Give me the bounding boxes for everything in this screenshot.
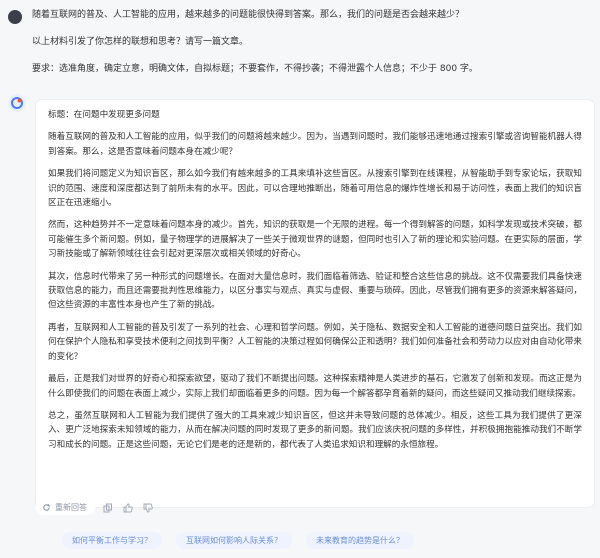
suggested-questions: 如何平衡工作与学习？ 互联网如何影响人际关系？ 未来教育的趋势是什么？ [62,532,414,549]
answer-title: 标题：在问题中发现更多问题 [48,110,160,120]
answer-paragraph: 然而，这种趋势并不一定意味着问题本身的减少。首先，知识的获取是一个无限的进程。每… [48,220,582,260]
answer-actions: 重新回答 [36,500,155,515]
answer-paragraph: 总之，虽然互联网和人工智能为我们提供了强大的工具来减少知识盲区，但这并未导致问题… [48,410,582,450]
copy-button[interactable] [101,501,115,515]
refresh-icon [43,504,51,511]
regenerate-button[interactable]: 重新回答 [36,500,95,515]
copy-icon [103,503,112,512]
answer-paragraph: 最后，正是我们对世界的好奇心和探索欲望，驱动了我们不断提出问题。这种探索精神是人… [48,374,582,399]
chat-page: 随着互联网的普及、人工智能的应用，越来越多的问题能很快得到答案。那么，我们的问题… [0,0,600,558]
suggestion-chip[interactable]: 如何平衡工作与学习？ [62,532,162,549]
suggestion-chip[interactable]: 未来教育的趋势是什么？ [306,532,414,549]
assistant-logo-icon [11,97,23,109]
user-line-2: 以上材料引发了你怎样的联想和思考？请写一篇文章。 [32,37,249,47]
user-avatar [8,10,22,24]
user-line-3: 要求：选准角度，确定立意，明确文体，自拟标题；不要套作，不得抄袭；不得泄露个人信… [32,64,478,74]
answer-paragraph: 再者，互联网和人工智能的普及引发了一系列的社会、心理和哲学问题。例如，关于隐私、… [48,322,582,362]
user-message: 随着互联网的普及、人工智能的应用，越来越多的问题能很快得到答案。那么，我们的问题… [8,8,592,89]
assistant-avatar [8,94,26,112]
thumbs-up-icon [123,503,133,512]
assistant-answer-card: 标题：在问题中发现更多问题 随着互联网的普及和人工智能的应用，似乎我们的问题将越… [36,100,594,507]
answer-paragraph: 其次，信息时代带来了另一种形式的问题增长。在面对大量信息时，我们面临着筛选、验证… [48,271,582,311]
answer-paragraph: 如果我们将问题定义为知识盲区，那么如今我们有越来越多的工具来填补这些盲区。从搜索… [48,169,582,209]
thumbs-down-button[interactable] [141,501,155,515]
user-line-1: 随着互联网的普及、人工智能的应用，越来越多的问题能很快得到答案。那么，我们的问题… [32,10,465,20]
user-message-text: 随着互联网的普及、人工智能的应用，越来越多的问题能很快得到答案。那么，我们的问题… [32,8,592,76]
thumbs-up-button[interactable] [121,501,135,515]
answer-paragraph: 随着互联网的普及和人工智能的应用，似乎我们的问题将越来越少。因为，当遇到问题时，… [48,132,582,157]
thumbs-down-icon [143,503,153,512]
suggestion-chip[interactable]: 互联网如何影响人际关系？ [176,532,292,549]
regenerate-label: 重新回答 [55,503,87,512]
